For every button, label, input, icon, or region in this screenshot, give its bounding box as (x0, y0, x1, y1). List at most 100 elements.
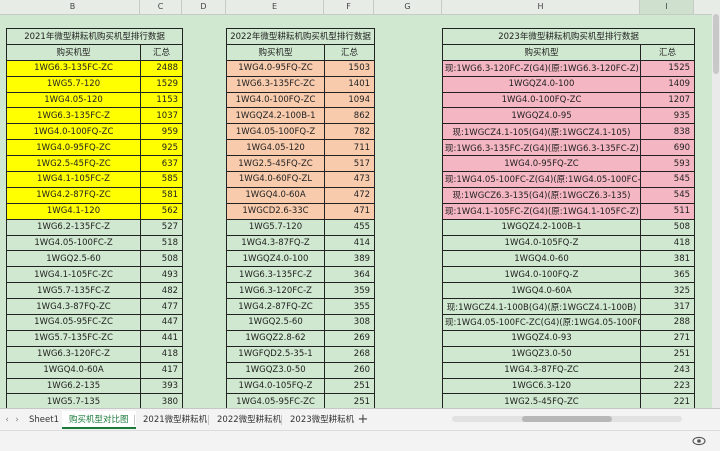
model-cell[interactable]: 1WGQ4.0-60 (442, 250, 641, 268)
model-cell[interactable]: 1WG4.0-60FQ-ZL (226, 171, 325, 188)
table-title-cell[interactable]: 2022年微型耕耘机购买机型排行数据 (225, 28, 376, 45)
model-cell[interactable]: 1WGQZ4.0-93 (442, 329, 641, 347)
model-cell[interactable]: 1WG4.3-87FQ-ZC (6, 298, 141, 316)
column-header-e[interactable]: E (226, 0, 324, 14)
model-cell[interactable]: 1WGQ2.5-60 (226, 314, 325, 331)
total-cell[interactable]: 359 (323, 282, 376, 300)
model-cell[interactable]: 现:1WG4.05-100FC-Z(G4)(原:1WG4.05-100FC-Z) (442, 171, 641, 188)
model-cell[interactable]: 1WGQZ4.2-100B-1 (226, 107, 325, 125)
total-cell[interactable]: 251 (323, 393, 376, 408)
total-cell[interactable]: 1503 (323, 59, 376, 77)
model-cell[interactable]: 1WG4.0-100FQ-ZC (442, 91, 641, 109)
total-cell[interactable]: 1529 (139, 75, 184, 93)
horizontal-scrollbar[interactable] (452, 410, 682, 428)
model-cell[interactable]: 1WG4.05-120 (6, 91, 141, 109)
header-model-cell[interactable]: 购买机型 (226, 43, 325, 61)
model-cell[interactable]: 1WG6.3-120FC-Z (226, 282, 325, 300)
total-cell[interactable]: 221 (639, 393, 696, 408)
model-cell[interactable]: 1WGC6.3-120 (442, 377, 641, 395)
total-cell[interactable]: 471 (323, 202, 376, 220)
column-header-f[interactable]: F (324, 0, 374, 14)
column-header-i[interactable]: I (640, 0, 694, 14)
column-header-b[interactable]: B (6, 0, 140, 14)
total-cell[interactable]: 925 (139, 139, 184, 157)
total-cell[interactable]: 1207 (639, 91, 696, 109)
model-cell[interactable]: 1WG2.5-45FQ-ZC (6, 155, 141, 173)
model-cell[interactable]: 1WG4.0-95FQ-ZC (226, 59, 325, 77)
model-cell[interactable]: 1WG4.05-100FQ-Z (226, 123, 325, 141)
model-cell[interactable]: 1WG6.3-135FC-Z (6, 107, 141, 125)
total-cell[interactable]: 935 (639, 107, 696, 125)
model-cell[interactable]: 1WGFQD2.5-35-1 (226, 345, 325, 363)
total-cell[interactable]: 1401 (323, 75, 376, 93)
total-cell[interactable]: 389 (323, 250, 376, 268)
total-cell[interactable]: 288 (639, 314, 696, 331)
total-cell[interactable]: 637 (139, 155, 184, 173)
model-cell[interactable]: 1WGQZ4.0-100 (226, 250, 325, 268)
model-cell[interactable]: 1WG4.1-105FC-ZC (6, 266, 141, 284)
total-cell[interactable]: 364 (323, 266, 376, 284)
tab-sheet1[interactable]: Sheet1 (22, 411, 66, 429)
total-cell[interactable]: 493 (139, 266, 184, 284)
total-cell[interactable]: 308 (323, 314, 376, 331)
model-cell[interactable]: 1WG4.0-105FQ-Z (226, 377, 325, 395)
total-cell[interactable]: 268 (323, 345, 376, 363)
model-cell[interactable]: 1WG4.0-105FQ-Z (442, 234, 641, 252)
total-cell[interactable]: 325 (639, 282, 696, 300)
total-cell[interactable]: 511 (639, 202, 696, 220)
model-cell[interactable]: 1WGQZ4.0-95 (442, 107, 641, 125)
model-cell[interactable]: 1WG4.05-120 (226, 139, 325, 157)
total-cell[interactable]: 355 (323, 298, 376, 316)
model-cell[interactable]: 1WG4.0-95FQ-ZC (442, 155, 641, 173)
model-cell[interactable]: 1WGQZ2.8-62 (226, 329, 325, 347)
total-cell[interactable]: 482 (139, 282, 184, 300)
total-cell[interactable]: 380 (139, 393, 184, 408)
total-cell[interactable]: 317 (639, 298, 696, 316)
total-cell[interactable]: 223 (639, 377, 696, 395)
model-cell[interactable]: 现:1WG4.05-100FC-ZC(G4)(原:1WG4.05-100FC-Z (442, 314, 641, 331)
model-cell[interactable]: 1WG5.7-120 (6, 75, 141, 93)
model-cell[interactable]: 1WG4.05-95FC-ZC (6, 314, 141, 331)
total-cell[interactable]: 473 (323, 171, 376, 188)
header-total-cell[interactable]: 汇总 (639, 43, 696, 61)
total-cell[interactable]: 1153 (139, 91, 184, 109)
header-total-cell[interactable]: 汇总 (139, 43, 184, 61)
table-title-cell[interactable]: 2021年微型耕耘机购买机型排行数据 (5, 28, 184, 45)
model-cell[interactable]: 1WG5.7-135FC-Z (6, 282, 141, 300)
total-cell[interactable]: 393 (139, 377, 184, 395)
model-cell[interactable]: 1WG4.0-100FQ-ZC (6, 123, 141, 141)
model-cell[interactable]: 现:1WGCZ4.1-105(G4)(原:1WGCZ4.1-105) (442, 123, 641, 141)
model-cell[interactable]: 1WG4.1-105FC-Z (6, 171, 141, 188)
model-cell[interactable]: 1WG4.05-100FC-Z (6, 234, 141, 252)
column-header-d[interactable]: D (182, 0, 226, 14)
total-cell[interactable]: 585 (139, 171, 184, 188)
tab-next-icon[interactable]: › (12, 413, 22, 427)
tab-2021[interactable]: 2021微型耕耘机 (136, 411, 214, 429)
column-header-h[interactable]: H (442, 0, 640, 14)
total-cell[interactable]: 417 (139, 361, 184, 379)
total-cell[interactable]: 959 (139, 123, 184, 141)
total-cell[interactable]: 838 (639, 123, 696, 141)
total-cell[interactable]: 527 (139, 218, 184, 236)
model-cell[interactable]: 1WG4.0-100FQ-Z (442, 266, 641, 284)
model-cell[interactable]: 1WG6.3-135FC-ZC (226, 75, 325, 93)
header-total-cell[interactable]: 汇总 (323, 43, 376, 61)
tab-purchase-comparison[interactable]: 购买机型对比图 (62, 411, 136, 429)
model-cell[interactable]: 1WG5.7-120 (226, 218, 325, 236)
total-cell[interactable]: 251 (639, 345, 696, 363)
total-cell[interactable]: 1094 (323, 91, 376, 109)
total-cell[interactable]: 545 (639, 186, 696, 204)
model-cell[interactable]: 现:1WG6.3-135FC-Z(G4)(原:1WG6.3-135FC-Z) (442, 139, 641, 157)
total-cell[interactable]: 271 (639, 329, 696, 347)
model-cell[interactable]: 现:1WGCZ4.1-100B(G4)(原:1WGCZ4.1-100B) (442, 298, 641, 316)
model-cell[interactable]: 1WG4.0-95FQ-ZC (6, 139, 141, 157)
model-cell[interactable]: 1WGQZ3.0-50 (226, 361, 325, 379)
model-cell[interactable]: 1WGQ2.5-60 (6, 250, 141, 268)
model-cell[interactable]: 1WGQZ4.0-100 (442, 75, 641, 93)
model-cell[interactable]: 1WG4.1-120 (6, 202, 141, 220)
spreadsheet-grid[interactable]: B C D E F G H I 2021年微型耕耘机购买机型排行数据 购买机型 汇总… (0, 0, 720, 408)
vertical-scroll-thumb[interactable] (713, 14, 719, 74)
total-cell[interactable]: 472 (323, 186, 376, 204)
total-cell[interactable]: 441 (139, 329, 184, 347)
total-cell[interactable]: 269 (323, 329, 376, 347)
